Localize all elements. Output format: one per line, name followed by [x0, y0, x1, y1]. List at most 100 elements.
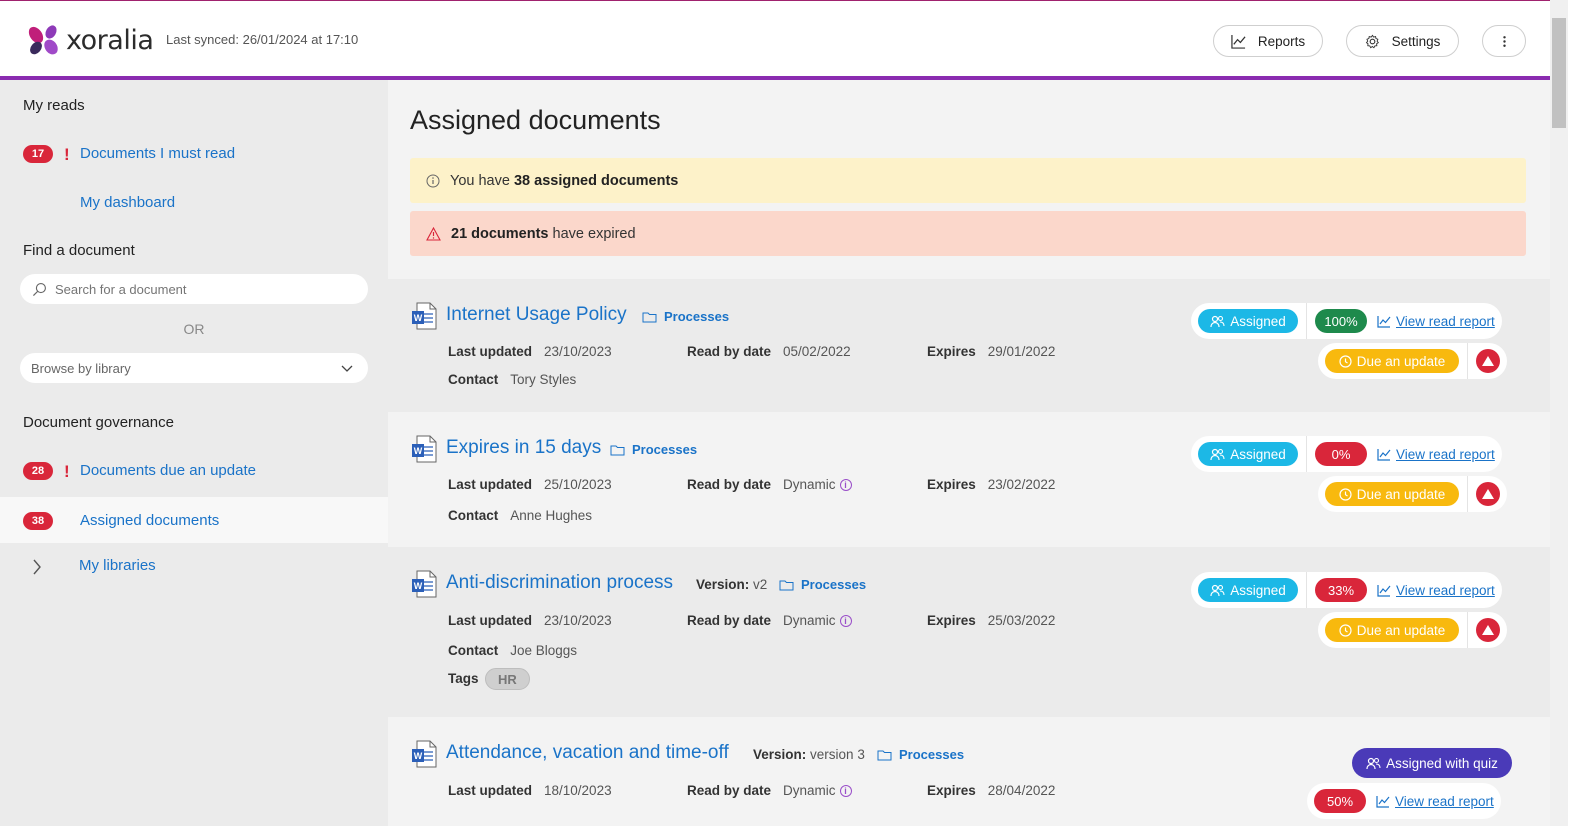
contact-field: Contact Anne Hughes	[448, 508, 593, 523]
assigned-count-badge: 38	[23, 512, 53, 530]
more-options-button[interactable]	[1482, 25, 1526, 57]
folder-name: Processes	[801, 577, 867, 592]
read-by-field: Read by date Dynamic i	[687, 613, 852, 628]
notice-info-bold: 38 assigned documents	[513, 172, 679, 189]
chart-line-icon	[1377, 448, 1391, 461]
page-title: Assigned documents	[410, 105, 661, 135]
info-icon	[426, 174, 440, 187]
last-updated-field: Last updated 23/10/2023	[448, 344, 612, 359]
search-icon	[32, 282, 46, 296]
read-progress-group: 50% View read report	[1307, 783, 1501, 819]
search-input[interactable]	[55, 281, 345, 297]
users-icon	[1366, 757, 1381, 769]
read-percent-badge: 0%	[1315, 442, 1367, 466]
logo-text: xoralia	[66, 24, 154, 56]
document-title-link[interactable]: Attendance, vacation and time-off	[446, 742, 729, 764]
governance-status-group: Due an update	[1318, 476, 1507, 512]
assigned-badge: Assigned	[1198, 442, 1298, 466]
assigned-documents-label: Assigned documents	[80, 512, 220, 529]
browse-library-dropdown[interactable]: Browse by library	[20, 353, 368, 383]
expires-field: Expires 23/02/2022	[927, 477, 1056, 492]
info-icon: i	[839, 615, 852, 627]
chart-line-icon	[1377, 584, 1391, 597]
document-title-link[interactable]: Expires in 15 days	[446, 437, 601, 459]
sidebar-item-assigned-documents[interactable]: 38 Assigned documents	[0, 497, 388, 543]
read-by-field: Read by date 05/02/2022	[687, 344, 851, 359]
last-updated-field: Last updated 18/10/2023	[448, 783, 612, 798]
chart-line-icon	[1376, 795, 1390, 808]
assigned-badge: Assigned	[1198, 309, 1298, 333]
sidebar-item-my-dashboard[interactable]: My dashboard	[80, 194, 175, 211]
window-edge	[1568, 0, 1590, 826]
settings-button[interactable]: Settings	[1346, 25, 1459, 57]
assignment-status-group: Assigned 0% View read report	[1191, 436, 1502, 472]
browse-library-label: Browse by library	[31, 360, 131, 376]
xoralia-logo[interactable]: xoralia	[26, 23, 154, 57]
folder-link[interactable]: Processes	[877, 747, 964, 762]
word-doc-icon: W	[412, 302, 437, 330]
clock-icon	[1339, 354, 1352, 368]
expires-field: Expires 29/01/2022	[927, 344, 1056, 359]
sidebar-item-documents-due-update[interactable]: Documents due an update	[80, 462, 256, 479]
kebab-menu-icon	[1502, 35, 1506, 47]
folder-name: Processes	[664, 309, 730, 324]
contact-field: Contact Joe Bloggs	[448, 643, 578, 658]
chevron-right-icon[interactable]	[31, 558, 43, 576]
sidebar-item-documents-must-read[interactable]: Documents I must read	[80, 145, 235, 162]
read-by-field: Read by date Dynamic i	[687, 783, 852, 798]
notice-warn-bold: 21 documents	[451, 225, 549, 242]
folder-link[interactable]: Processes	[779, 577, 866, 592]
due-update-count-badge: 28	[23, 462, 53, 480]
info-icon: i	[839, 479, 852, 491]
folder-icon	[642, 312, 657, 322]
tag-chip[interactable]: HR	[485, 668, 530, 690]
document-title-link[interactable]: Internet Usage Policy	[446, 304, 627, 326]
exclamation-icon: !	[64, 462, 70, 481]
search-box[interactable]	[20, 274, 368, 304]
version-field: Version: v2	[696, 577, 768, 592]
due-update-badge: Due an update	[1325, 618, 1459, 642]
svg-text:W: W	[414, 446, 423, 456]
svg-text:W: W	[414, 751, 423, 761]
view-read-report-link[interactable]: View read report	[1377, 314, 1495, 329]
word-doc-icon: W	[412, 740, 437, 768]
folder-icon	[877, 750, 892, 760]
xoralia-logo-icon	[28, 25, 58, 55]
clock-icon	[1339, 623, 1352, 637]
contact-field: Contact Tory Styles	[448, 372, 577, 387]
assigned-badge: Assigned	[1198, 578, 1298, 602]
folder-link[interactable]: Processes	[610, 442, 697, 457]
svg-text:W: W	[414, 313, 423, 323]
sidebar-item-my-libraries[interactable]: My libraries	[79, 557, 156, 574]
assignment-status-group: Assigned 100% View read report	[1191, 303, 1502, 339]
expired-warning-icon	[1476, 349, 1500, 373]
users-icon	[1210, 315, 1225, 327]
folder-icon	[610, 445, 625, 455]
view-read-report-link[interactable]: View read report	[1377, 583, 1495, 598]
expires-field: Expires 28/04/2022	[927, 783, 1056, 798]
word-doc-icon: W	[412, 570, 437, 598]
must-read-count-badge: 17	[23, 145, 53, 163]
view-read-report-link[interactable]: View read report	[1376, 794, 1494, 809]
chart-line-icon	[1231, 34, 1246, 49]
view-read-report-link[interactable]: View read report	[1377, 447, 1495, 462]
folder-name: Processes	[632, 442, 698, 457]
read-by-field: Read by date Dynamic i	[687, 477, 852, 492]
scrollbar-thumb[interactable]	[1552, 18, 1566, 128]
users-icon	[1210, 448, 1225, 460]
chevron-down-icon	[341, 365, 353, 372]
folder-link[interactable]: Processes	[642, 309, 729, 324]
reports-button[interactable]: Reports	[1213, 25, 1323, 57]
due-update-badge: Due an update	[1325, 482, 1459, 506]
expired-warning-icon	[1476, 482, 1500, 506]
sidebar: My reads 17 ! Documents I must read My d…	[0, 80, 388, 826]
vertical-scrollbar[interactable]	[1550, 0, 1568, 826]
main-content: Assigned documents You have 38 assigned …	[388, 80, 1550, 826]
document-governance-heading: Document governance	[23, 414, 174, 431]
expires-field: Expires 25/03/2022	[927, 613, 1056, 628]
my-reads-heading: My reads	[23, 97, 85, 114]
document-row: W Expires in 15 days Processes Last upda…	[388, 412, 1550, 547]
document-title-link[interactable]: Anti-discrimination process	[446, 572, 673, 594]
folder-name: Processes	[899, 747, 965, 762]
read-percent-badge: 100%	[1315, 309, 1367, 333]
